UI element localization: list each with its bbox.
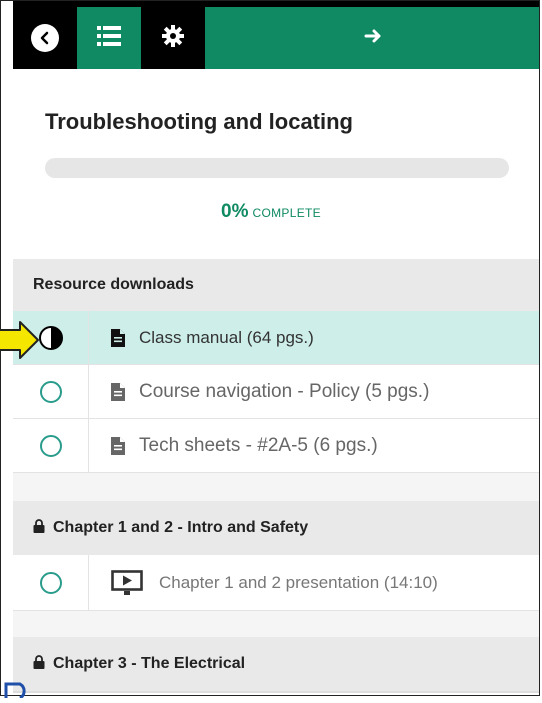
- document-icon: [111, 436, 125, 455]
- back-button[interactable]: [13, 7, 77, 69]
- settings-button[interactable]: [141, 7, 205, 69]
- lesson-title: Tech sheets - #2A-5 (6 pgs.): [139, 434, 378, 456]
- progress-summary: 0% COMPLETE: [1, 201, 539, 223]
- not-started-status-icon: [39, 434, 62, 457]
- outline-button[interactable]: [77, 7, 141, 69]
- lesson-title: Chapter 1 and 2 presentation (14:10): [159, 572, 438, 592]
- lesson-title: Class manual (64 pgs.): [139, 327, 314, 347]
- section-header-resource-downloads[interactable]: Resource downloads: [13, 259, 539, 311]
- document-icon: [111, 382, 125, 401]
- divider: [13, 691, 539, 693]
- not-started-status-icon: [39, 571, 62, 594]
- lesson-row[interactable]: Tech sheets - #2A-5 (6 pgs.): [13, 419, 539, 473]
- status-cell: [13, 555, 89, 610]
- lock-icon: [33, 654, 45, 674]
- progress-label: COMPLETE: [252, 206, 321, 220]
- progress-percent: 0%: [221, 201, 249, 222]
- status-cell: [13, 419, 89, 472]
- course-title: Troubleshooting and locating: [45, 109, 353, 134]
- lock-icon: [33, 518, 45, 538]
- lesson-row[interactable]: Course navigation - Policy (5 pgs.): [13, 365, 539, 419]
- next-button[interactable]: [205, 7, 539, 69]
- progress-bar: [45, 158, 509, 178]
- section-title: Chapter 3 - The Electrical: [53, 655, 246, 672]
- course-outline-panel: Troubleshooting and locating 0% COMPLETE …: [0, 0, 540, 696]
- lesson-row[interactable]: Class manual (64 pgs.): [13, 311, 539, 365]
- section-header-chapter-1-2[interactable]: Chapter 1 and 2 - Intro and Safety: [13, 501, 539, 555]
- section-title: Resource downloads: [33, 276, 194, 293]
- arrow-right-icon: [364, 27, 382, 50]
- lesson-row[interactable]: Chapter 1 and 2 presentation (14:10): [13, 555, 539, 611]
- section-header-chapter-3[interactable]: Chapter 3 - The Electrical: [13, 637, 539, 691]
- status-cell: [13, 365, 89, 418]
- pointer-arrow-icon: [0, 318, 56, 362]
- not-started-status-icon: [39, 380, 62, 403]
- list-icon: [97, 25, 121, 52]
- chevron-left-icon: [31, 24, 59, 52]
- section-spacer: [13, 611, 539, 637]
- section-spacer: [13, 473, 539, 501]
- toolbar: [13, 1, 539, 69]
- video-icon: [111, 569, 143, 596]
- gear-icon: [162, 24, 184, 52]
- document-icon: [111, 328, 125, 347]
- logo-icon: [2, 682, 48, 700]
- lesson-title: Course navigation - Policy (5 pgs.): [139, 380, 430, 402]
- section-title: Chapter 1 and 2 - Intro and Safety: [53, 519, 309, 536]
